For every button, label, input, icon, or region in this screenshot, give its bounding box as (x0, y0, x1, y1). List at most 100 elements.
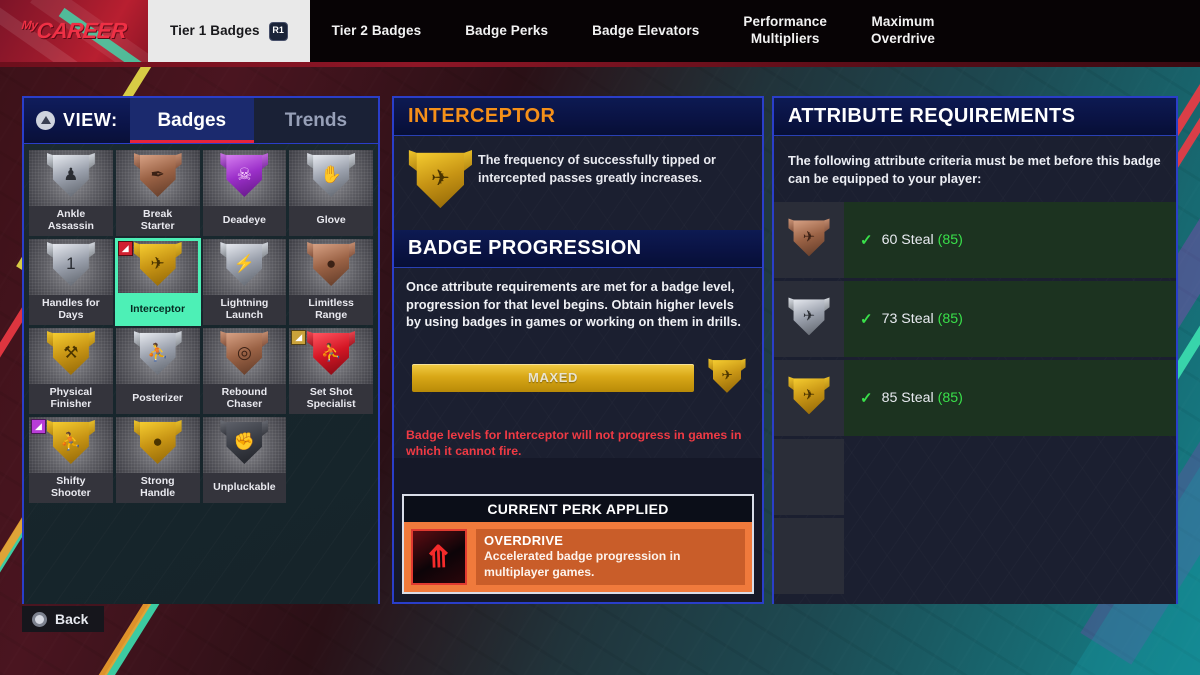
requirement-value-cell: ✓ 85 Steal (85) (844, 359, 1176, 436)
badge-artwork: ✋ (289, 150, 373, 206)
badge-glyph-icon: ✈ (150, 253, 165, 273)
badge-glyph-icon: ⚡ (233, 253, 255, 273)
badge-cell-lightning-launch[interactable]: ⚡ Lightning Launch (202, 239, 287, 325)
badge-cell-limitless-range[interactable]: ● Limitless Range (289, 239, 373, 325)
badge-glyph-icon: ● (325, 253, 337, 273)
nav-tab-tier-2-badges[interactable]: Tier 2 Badges (310, 0, 444, 62)
view-toolbar: VIEW: Badges Trends (24, 98, 379, 144)
badge-corner-indicator-icon: ◢ (291, 330, 307, 345)
badge-cell-strong-handle[interactable]: ● Strong Handle (115, 417, 200, 503)
badge-progression-header: BADGE PROGRESSION (394, 230, 762, 268)
nav-label: Maximum Overdrive (871, 14, 935, 46)
badge-cell-interceptor[interactable]: ◢ ✈ Interceptor (114, 238, 201, 326)
badge-progression-title: BADGE PROGRESSION (408, 237, 642, 259)
progression-bar-row: MAXED ✈ (406, 353, 750, 403)
requirement-value-cell (844, 439, 1176, 515)
badge-glyph-icon: 1 (66, 253, 76, 273)
badge-glyph-icon: ✈ (802, 386, 816, 403)
nav-underline (0, 62, 1200, 67)
attribute-requirements-intro: The following attribute criteria must be… (788, 153, 1161, 186)
badge-cell-deadeye[interactable]: ☠ Deadeye (202, 150, 287, 236)
badge-grid: ♟ Ankle Assassin ✒ Break Starter ☠ Deadeye ✋ Gl… (24, 144, 378, 604)
logo-prefix: My (21, 18, 39, 32)
tab-badges[interactable]: Badges (129, 98, 255, 143)
badge-glyph-icon: ✈ (802, 307, 816, 324)
back-button[interactable]: Back (22, 606, 105, 632)
attribute-requirements-list: ✈ ✓ 60 Steal (85) ✈ ✓ 73 Steal (85) ✈ ✓ 85 Steal… (774, 201, 1176, 594)
progression-tier-badge-icon: ✈ (708, 358, 746, 397)
badge-cell-set-shot-specialist[interactable]: ◢ ⛹ Set Shot Specialist (289, 328, 373, 414)
badge-name-label: Deadeye (202, 206, 287, 236)
badge-name-label: Lightning Launch (202, 295, 287, 325)
check-icon: ✓ (860, 389, 873, 407)
badge-cell-ankle-assassin[interactable]: ♟ Ankle Assassin (29, 150, 113, 236)
requirement-current-value: (85) (937, 231, 963, 248)
nav-tab-performance-multipliers[interactable]: Performance Multipliers (721, 0, 849, 62)
requirement-text: 85 Steal (85) (882, 390, 963, 406)
attribute-requirements-panel: ATTRIBUTE REQUIREMENTS The following att… (772, 96, 1178, 604)
badge-glyph-icon: ⛹ (147, 342, 169, 362)
current-perk-box[interactable]: CURRENT PERK APPLIED ⤊ OVERDRIVE Acceler… (402, 494, 754, 594)
logo-main: CAREER (35, 18, 129, 43)
badge-cell-rebound-chaser[interactable]: ◎ Rebound Chaser (202, 328, 287, 414)
badge-artwork: ✒ (115, 150, 200, 206)
progression-warning-text: Badge levels for Interceptor will not pr… (406, 427, 742, 459)
badge-name-label: Strong Handle (115, 473, 200, 503)
badge-corner-indicator-icon: ◢ (117, 241, 133, 256)
badge-cell-shifty-shooter[interactable]: ◢ ⛹ Shifty Shooter (29, 417, 113, 503)
badge-glyph-icon: ✈ (802, 228, 816, 245)
requirement-tier-badge-placeholder (774, 517, 844, 594)
badge-name-label: Unpluckable (202, 473, 287, 503)
nav-label: Badge Perks (465, 22, 549, 38)
nav-tab-maximum-overdrive[interactable]: Maximum Overdrive (849, 0, 957, 62)
requirement-value-cell: ✓ 60 Steal (85) (844, 201, 1176, 278)
badge-cell-physical-finisher[interactable]: ⚒ Physical Finisher (29, 328, 113, 414)
badge-detail-panel: INTERCEPTOR ✈ The frequency of successfu… (392, 96, 764, 604)
badge-progression-body: Once attribute requirements are met for … (394, 268, 762, 458)
check-icon: ✓ (860, 310, 873, 328)
progression-bar-label: MAXED (528, 370, 578, 386)
perk-description: Accelerated badge progression in multipl… (484, 549, 681, 579)
requirement-value-cell (844, 518, 1176, 594)
badge-cell-break-starter[interactable]: ✒ Break Starter (115, 150, 200, 236)
badge-cell-unpluckable[interactable]: ✊ Unpluckable (202, 417, 287, 503)
requirement-threshold: 60 Steal (881, 231, 934, 248)
badge-name-label: Interceptor (115, 295, 200, 325)
requirement-value-cell: ✓ 73 Steal (85) (844, 280, 1176, 357)
attribute-requirements-title: ATTRIBUTE REQUIREMENTS (788, 105, 1076, 127)
badge-glyph-icon: ✒ (150, 164, 165, 184)
badge-glyph-icon: ⛹ (60, 431, 82, 451)
badge-artwork: ● (289, 239, 373, 295)
requirement-tier-badge-placeholder (774, 438, 844, 515)
badge-name-label: Glove (289, 206, 373, 236)
badge-name-label: Posterizer (115, 384, 200, 414)
back-button-label: Back (55, 611, 89, 627)
nav-tab-tier-1-badges[interactable]: Tier 1 Badges R1 (148, 0, 310, 62)
airplane-icon: ✈ (721, 367, 733, 383)
attribute-requirement-row: ✈ ✓ 73 Steal (85) (774, 280, 1176, 357)
badge-cell-glove[interactable]: ✋ Glove (289, 150, 373, 236)
airplane-icon: ✈ (430, 165, 450, 191)
view-label: VIEW: (63, 110, 118, 130)
nav-tab-badge-perks[interactable]: Badge Perks (443, 0, 570, 62)
attribute-requirement-row: ✈ ✓ 60 Steal (85) (774, 201, 1176, 278)
badge-artwork: ◎ (202, 328, 287, 384)
tab-label: Trends (284, 109, 348, 131)
progression-description: Once attribute requirements are met for … (406, 279, 741, 330)
requirement-current-value: (85) (937, 389, 963, 406)
badge-artwork: ✊ (202, 417, 287, 473)
circle-button-icon (32, 611, 47, 627)
overdrive-arrow-icon: ⤊ (411, 529, 467, 585)
nav-label: Tier 2 Badges (331, 22, 422, 38)
badge-name-label: Shifty Shooter (29, 473, 113, 503)
tab-trends[interactable]: Trends (253, 98, 379, 143)
nav-tab-badge-elevators[interactable]: Badge Elevators (570, 0, 721, 62)
badge-detail-description-area: ✈ The frequency of successfully tipped o… (394, 136, 762, 230)
check-icon: ✓ (860, 231, 873, 249)
badge-cell-handles-for-days[interactable]: 1 Handles for Days (29, 239, 113, 325)
tab-label: Badges (157, 109, 227, 131)
badge-glyph-icon: ☠ (236, 164, 252, 184)
badge-cell-posterizer[interactable]: ⛹ Posterizer (115, 328, 200, 414)
arrow-up-right-icon: ⤊ (425, 540, 453, 574)
progression-bar: MAXED (412, 363, 694, 392)
